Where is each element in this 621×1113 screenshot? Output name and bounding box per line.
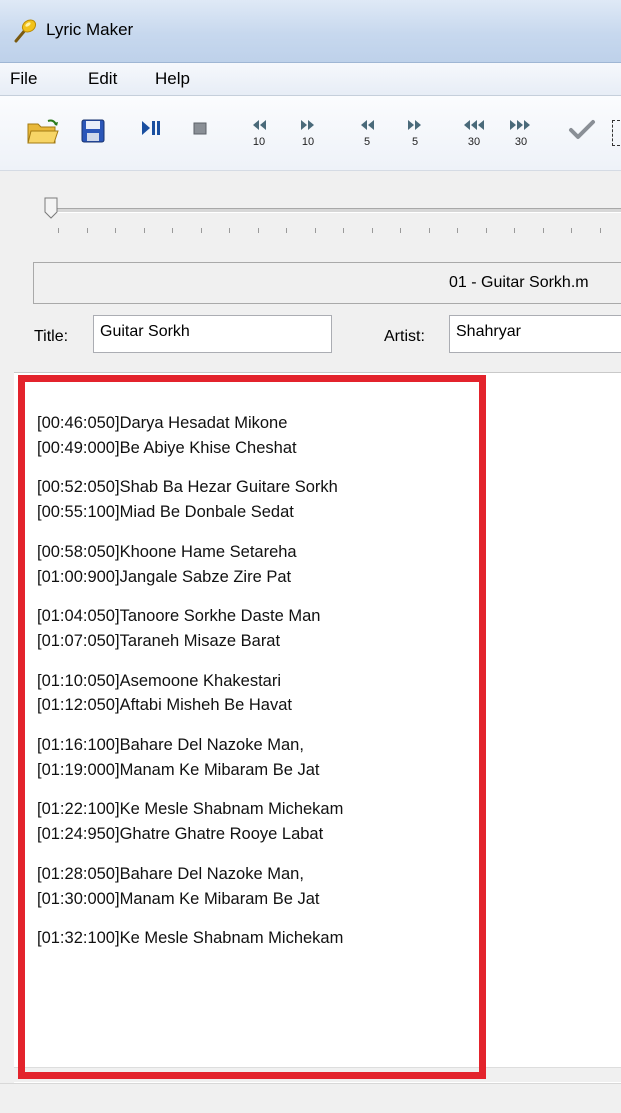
stop-button[interactable] xyxy=(191,118,209,152)
slider-tick xyxy=(571,228,572,233)
slider-ticks xyxy=(52,228,621,236)
lyric-line: [01:07:050]Taraneh Misaze Barat xyxy=(37,631,281,650)
file-name: 01 - Guitar Sorkh.m xyxy=(449,274,589,291)
slider-tick xyxy=(457,228,458,233)
toolbar: 10 10 5 5 30 30 xyxy=(0,96,621,171)
file-name-box: 01 - Guitar Sorkh.m xyxy=(33,262,621,304)
slider-tick xyxy=(400,228,401,233)
slider-tick xyxy=(542,228,544,233)
slider-tick xyxy=(200,228,202,233)
lyric-line: [00:46:050]Darya Hesadat Mikone xyxy=(37,414,288,432)
slider-track[interactable] xyxy=(52,208,621,213)
lyric-line: [01:24:950]Ghatre Ghatre Rooye Labat xyxy=(37,825,324,844)
slider-tick xyxy=(371,228,373,233)
rewind-30-button[interactable]: 30 xyxy=(462,118,486,154)
menu-file[interactable]: File xyxy=(10,69,37,89)
rewind-icon xyxy=(464,120,484,130)
lyric-line: [01:04:050]Tanoore Sorkhe Daste Man xyxy=(37,607,321,626)
lyric-line: [01:19:000]Manam Ke Mibaram Be Jat xyxy=(37,760,320,779)
menu-help[interactable]: Help xyxy=(155,69,190,89)
artist-input[interactable]: Shahryar xyxy=(449,315,621,353)
lyric-line: [01:28:050]Bahare Del Nazoke Man, xyxy=(37,864,304,883)
lyrics-text[interactable]: [00:46:050]Darya Hesadat Mikone [00:49:00… xyxy=(37,411,457,951)
slider-tick xyxy=(257,228,259,233)
apply-button[interactable] xyxy=(568,118,596,152)
slider-thumb[interactable] xyxy=(44,197,58,219)
slider-tick xyxy=(115,228,116,233)
rewind-10-button[interactable]: 10 xyxy=(247,118,271,154)
slider-tick xyxy=(485,228,487,233)
play-pause-button[interactable] xyxy=(138,118,164,152)
menu-edit[interactable]: Edit xyxy=(88,69,117,89)
app-icon xyxy=(14,19,37,43)
lyric-line: [01:22:100]Ke Mesle Shabnam Michekam xyxy=(37,800,344,819)
slider-tick xyxy=(58,228,59,233)
lyric-line: [01:30:000]Manam Ke Mibaram Be Jat xyxy=(37,889,320,908)
rewind-icon xyxy=(361,120,374,130)
slider-tick xyxy=(599,228,601,233)
lyric-line: [00:52:050]Shab Ba Hezar Guitare Sorkh xyxy=(37,478,338,497)
folder-open-icon xyxy=(27,119,59,144)
fast-forward-icon xyxy=(301,120,314,130)
title-input[interactable]: Guitar Sorkh xyxy=(93,315,332,353)
slider-tick xyxy=(428,228,430,233)
fast-forward-icon xyxy=(408,120,421,130)
play-pause-icon xyxy=(142,121,160,135)
open-button[interactable] xyxy=(26,118,60,152)
forward-5-button[interactable]: 5 xyxy=(403,118,427,154)
status-bar xyxy=(0,1083,621,1113)
toolbar-overflow-item[interactable] xyxy=(612,120,620,146)
lyric-line: [00:55:100]Miad Be Donbale Sedat xyxy=(37,503,294,522)
window-title: Lyric Maker xyxy=(46,20,134,39)
lyric-line: [01:16:100]Bahare Del Nazoke Man, xyxy=(37,736,304,755)
lyric-line: [00:49:000]Be Abiye Khise Cheshat xyxy=(37,438,297,457)
lyric-line: [00:58:050]Khoone Hame Setareha xyxy=(37,542,297,561)
slider-tick xyxy=(514,228,515,233)
lyric-line: [01:00:900]Jangale Sabze Zire Pat xyxy=(37,567,292,586)
artist-label: Artist: xyxy=(384,328,425,345)
slider-tick xyxy=(172,228,173,233)
fast-forward-icon xyxy=(510,120,530,130)
slider-tick xyxy=(143,228,145,233)
horizontal-scrollbar[interactable] xyxy=(14,1067,621,1082)
lyric-line: [01:12:050]Aftabi Misheh Be Havat xyxy=(37,696,292,715)
slider-tick xyxy=(314,228,316,233)
slider-tick xyxy=(86,228,88,233)
slider-tick xyxy=(229,228,230,233)
lyric-line: [01:32:100]Ke Mesle Shabnam Michekam xyxy=(37,929,344,948)
lyric-line: [01:10:050]Asemoone Khakestari xyxy=(37,671,281,690)
menu-bar: File Edit Help xyxy=(0,63,621,96)
stop-icon xyxy=(193,122,207,135)
title-bar: Lyric Maker xyxy=(0,0,621,63)
rewind-5-button[interactable]: 5 xyxy=(355,118,379,154)
save-disk-icon xyxy=(81,119,105,143)
forward-10-button[interactable]: 10 xyxy=(296,118,320,154)
save-button[interactable] xyxy=(80,118,106,152)
slider-tick xyxy=(286,228,287,233)
rewind-icon xyxy=(253,120,266,130)
title-label: Title: xyxy=(34,328,69,345)
forward-30-button[interactable]: 30 xyxy=(509,118,533,154)
slider-tick xyxy=(343,228,344,233)
checkmark-icon xyxy=(569,120,595,139)
position-slider[interactable] xyxy=(0,172,621,252)
